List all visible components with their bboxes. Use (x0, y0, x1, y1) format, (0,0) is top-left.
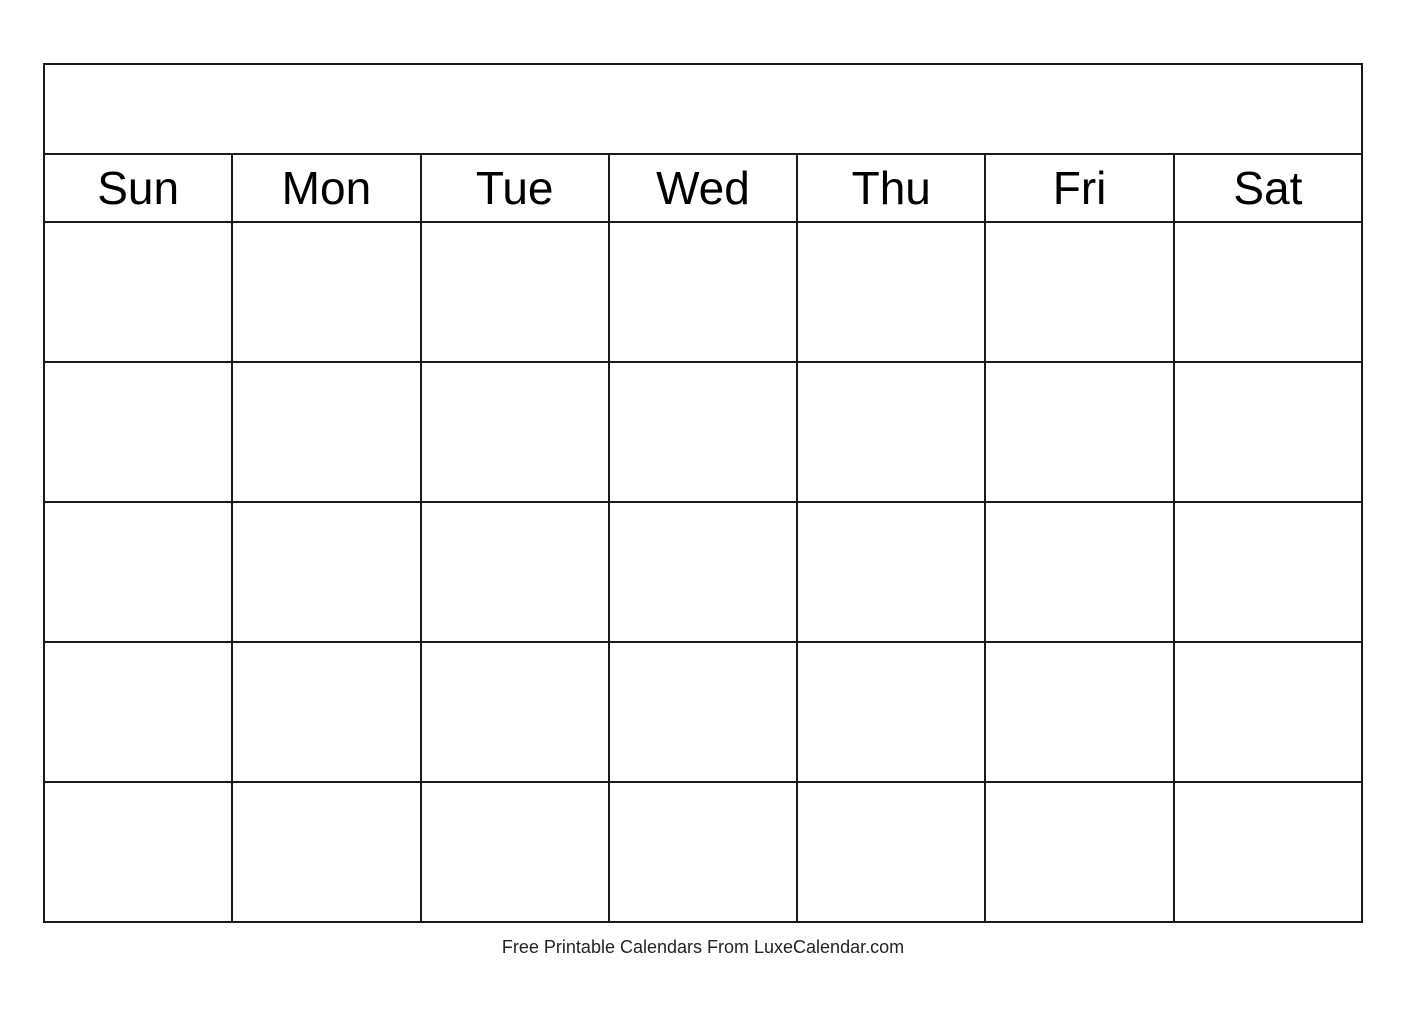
day-cell[interactable] (421, 642, 609, 782)
week-row-1 (44, 222, 1362, 362)
day-cell[interactable] (1174, 782, 1362, 922)
title-content (45, 74, 1361, 144)
day-header-sun: Sun (44, 154, 232, 222)
day-header-sat: Sat (1174, 154, 1362, 222)
day-cell[interactable] (797, 502, 985, 642)
day-cell[interactable] (1174, 642, 1362, 782)
title-cell (44, 64, 1362, 154)
day-header-thu: Thu (797, 154, 985, 222)
day-cell[interactable] (609, 642, 797, 782)
day-cell[interactable] (232, 782, 420, 922)
day-header-mon: Mon (232, 154, 420, 222)
calendar-table: Sun Mon Tue Wed Thu Fri Sat (43, 63, 1363, 923)
day-header-fri: Fri (985, 154, 1173, 222)
day-cell[interactable] (985, 642, 1173, 782)
footer-text: Free Printable Calendars From LuxeCalend… (502, 937, 904, 958)
day-cell[interactable] (232, 502, 420, 642)
day-cell[interactable] (985, 502, 1173, 642)
day-cell[interactable] (1174, 222, 1362, 362)
day-cell[interactable] (421, 362, 609, 502)
week-row-3 (44, 502, 1362, 642)
day-cell[interactable] (44, 362, 232, 502)
day-cell[interactable] (609, 362, 797, 502)
day-cell[interactable] (1174, 362, 1362, 502)
day-cell[interactable] (44, 222, 232, 362)
day-cell[interactable] (44, 502, 232, 642)
day-cell[interactable] (797, 782, 985, 922)
title-row (44, 64, 1362, 154)
day-cell[interactable] (609, 502, 797, 642)
day-header-wed: Wed (609, 154, 797, 222)
day-cell[interactable] (421, 782, 609, 922)
day-cell[interactable] (609, 222, 797, 362)
day-header-row: Sun Mon Tue Wed Thu Fri Sat (44, 154, 1362, 222)
week-row-5 (44, 782, 1362, 922)
day-cell[interactable] (232, 362, 420, 502)
day-cell[interactable] (797, 362, 985, 502)
day-cell[interactable] (797, 642, 985, 782)
day-cell[interactable] (985, 782, 1173, 922)
day-cell[interactable] (232, 222, 420, 362)
day-cell[interactable] (232, 642, 420, 782)
day-cell[interactable] (421, 502, 609, 642)
day-cell[interactable] (421, 222, 609, 362)
day-header-tue: Tue (421, 154, 609, 222)
day-cell[interactable] (985, 222, 1173, 362)
week-row-2 (44, 362, 1362, 502)
day-cell[interactable] (44, 782, 232, 922)
day-cell[interactable] (609, 782, 797, 922)
day-cell[interactable] (1174, 502, 1362, 642)
day-cell[interactable] (44, 642, 232, 782)
week-row-4 (44, 642, 1362, 782)
calendar-wrapper: Sun Mon Tue Wed Thu Fri Sat (43, 63, 1363, 958)
day-cell[interactable] (797, 222, 985, 362)
day-cell[interactable] (985, 362, 1173, 502)
